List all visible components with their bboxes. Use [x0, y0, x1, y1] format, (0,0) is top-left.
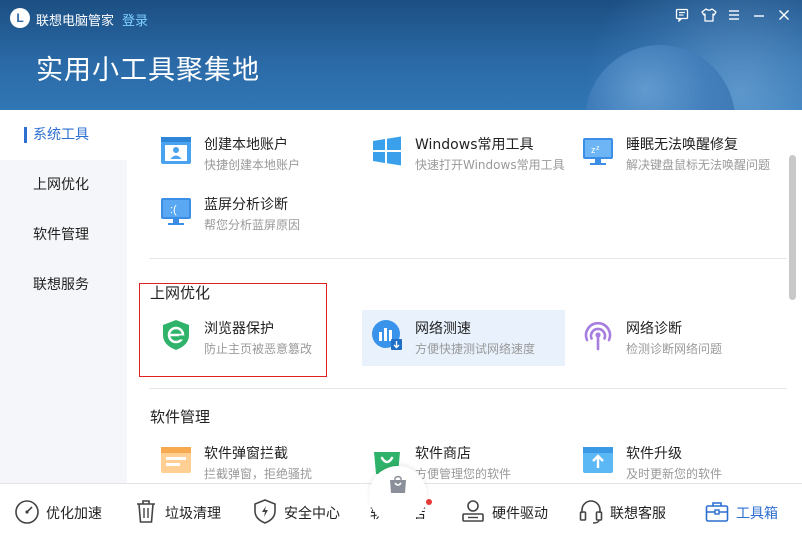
tool-title: 网络测速 [415, 321, 471, 337]
tool-desc: 解决键盘鼠标无法唤醒问题 [626, 158, 771, 172]
shield-icon [254, 499, 276, 524]
sidebar-item-label: 上网优化 [33, 177, 89, 193]
sidebar-item-label: 软件管理 [33, 227, 89, 243]
tool-title: 创建本地账户 [204, 137, 288, 153]
tools-content: 创建本地账户 快捷创建本地账户 Windows常用工具 快速打开Windows常… [127, 110, 787, 483]
tool-create-local-account[interactable]: 创建本地账户 快捷创建本地账户 [151, 126, 351, 182]
section-divider [149, 258, 787, 259]
tool-speed-test[interactable]: 网络测速 方便快捷测试网络速度 [362, 310, 565, 366]
tool-title: 软件商店 [415, 446, 471, 462]
sidebar-item-network[interactable]: 上网优化 [0, 160, 127, 210]
toolbox-icon [705, 502, 729, 522]
app-title: 联想电脑管家 [36, 14, 115, 29]
windows-icon [373, 136, 401, 166]
section-title-software: 软件管理 [150, 408, 211, 426]
svg-text::(: :( [170, 204, 177, 216]
nav-label: 硬件驱动 [492, 506, 548, 522]
tool-title: 软件升级 [626, 446, 682, 462]
nav-label: 安全中心 [284, 506, 340, 522]
nav-label: 优化加速 [46, 506, 102, 522]
sidebar-item-system-tools[interactable]: 系统工具 [0, 110, 127, 160]
close-icon[interactable] [774, 8, 794, 28]
tool-network-diagnose[interactable]: 网络诊断 检测诊断网络问题 [573, 310, 773, 366]
page-title: 实用小工具聚集地 [36, 55, 260, 86]
speed-test-icon [372, 320, 402, 350]
tool-desc: 检测诊断网络问题 [626, 342, 723, 356]
store-bubble[interactable] [369, 466, 427, 524]
svg-text:z: z [596, 145, 600, 152]
nav-label: 联想客服 [610, 506, 666, 522]
nav-label: 工具箱 [736, 506, 778, 522]
bluescreen-icon: :( [161, 198, 191, 225]
tool-sleep-fix[interactable]: z z 睡眠无法唤醒修复 解决键盘鼠标无法唤醒问题 [573, 126, 773, 182]
sidebar-item-label: 联想服务 [33, 277, 89, 293]
tool-popup-block[interactable]: 软件弹窗拦截 拦截弹窗，拒绝骚扰 [151, 435, 351, 483]
headset-icon [579, 500, 603, 524]
tool-desc: 及时更新您的软件 [626, 467, 723, 481]
tool-bluescreen-diagnose[interactable]: :( 蓝屏分析诊断 帮您分析蓝屏原因 [151, 186, 351, 242]
notification-dot [426, 499, 432, 505]
scrollbar-thumb[interactable] [789, 155, 796, 300]
tool-desc: 方便管理您的软件 [415, 467, 512, 481]
popup-block-icon [161, 447, 191, 473]
header-banner: L 联想电脑管家 登录 实用小工具聚集地 [0, 0, 802, 110]
sidebar: 系统工具 上网优化 软件管理 联想服务 [0, 110, 127, 483]
tool-title: 网络诊断 [626, 321, 682, 337]
sleep-fix-icon: z z [583, 138, 613, 165]
software-upgrade-icon [583, 447, 613, 473]
tool-desc: 帮您分析蓝屏原因 [204, 218, 301, 232]
tool-desc: 拦截弹窗，拒绝骚扰 [204, 467, 313, 481]
active-indicator [24, 127, 27, 143]
feedback-icon[interactable] [672, 8, 692, 28]
store-bag-icon [390, 475, 406, 493]
section-divider [149, 388, 787, 389]
speedometer-icon [15, 500, 39, 524]
trash-icon [137, 500, 155, 523]
tool-desc: 快捷创建本地账户 [204, 158, 301, 172]
sidebar-item-label: 系统工具 [33, 127, 89, 143]
highlight-box [139, 283, 327, 377]
local-account-icon [161, 137, 191, 164]
tool-windows-common[interactable]: Windows常用工具 快速打开Windows常用工具 [362, 126, 565, 182]
sidebar-item-software[interactable]: 软件管理 [0, 210, 127, 260]
nav-label: 垃圾清理 [165, 506, 221, 522]
minimize-icon[interactable] [749, 8, 769, 28]
tool-software-upgrade[interactable]: 软件升级 及时更新您的软件 [573, 435, 773, 483]
tool-desc: 快速打开Windows常用工具 [415, 158, 565, 172]
login-link[interactable]: 登录 [122, 10, 148, 29]
tool-title: 蓝屏分析诊断 [204, 197, 288, 213]
tool-title: 睡眠无法唤醒修复 [626, 137, 738, 153]
menu-icon[interactable] [724, 8, 744, 28]
network-diagnose-icon [584, 321, 612, 351]
tool-desc: 方便快捷测试网络速度 [415, 342, 536, 356]
lenovo-logo-icon: L [10, 8, 30, 28]
tool-title: 软件弹窗拦截 [204, 446, 288, 462]
sidebar-item-lenovo-service[interactable]: 联想服务 [0, 260, 127, 310]
tool-title: Windows常用工具 [415, 137, 534, 153]
driver-icon [462, 500, 484, 522]
skin-icon[interactable] [699, 8, 719, 28]
